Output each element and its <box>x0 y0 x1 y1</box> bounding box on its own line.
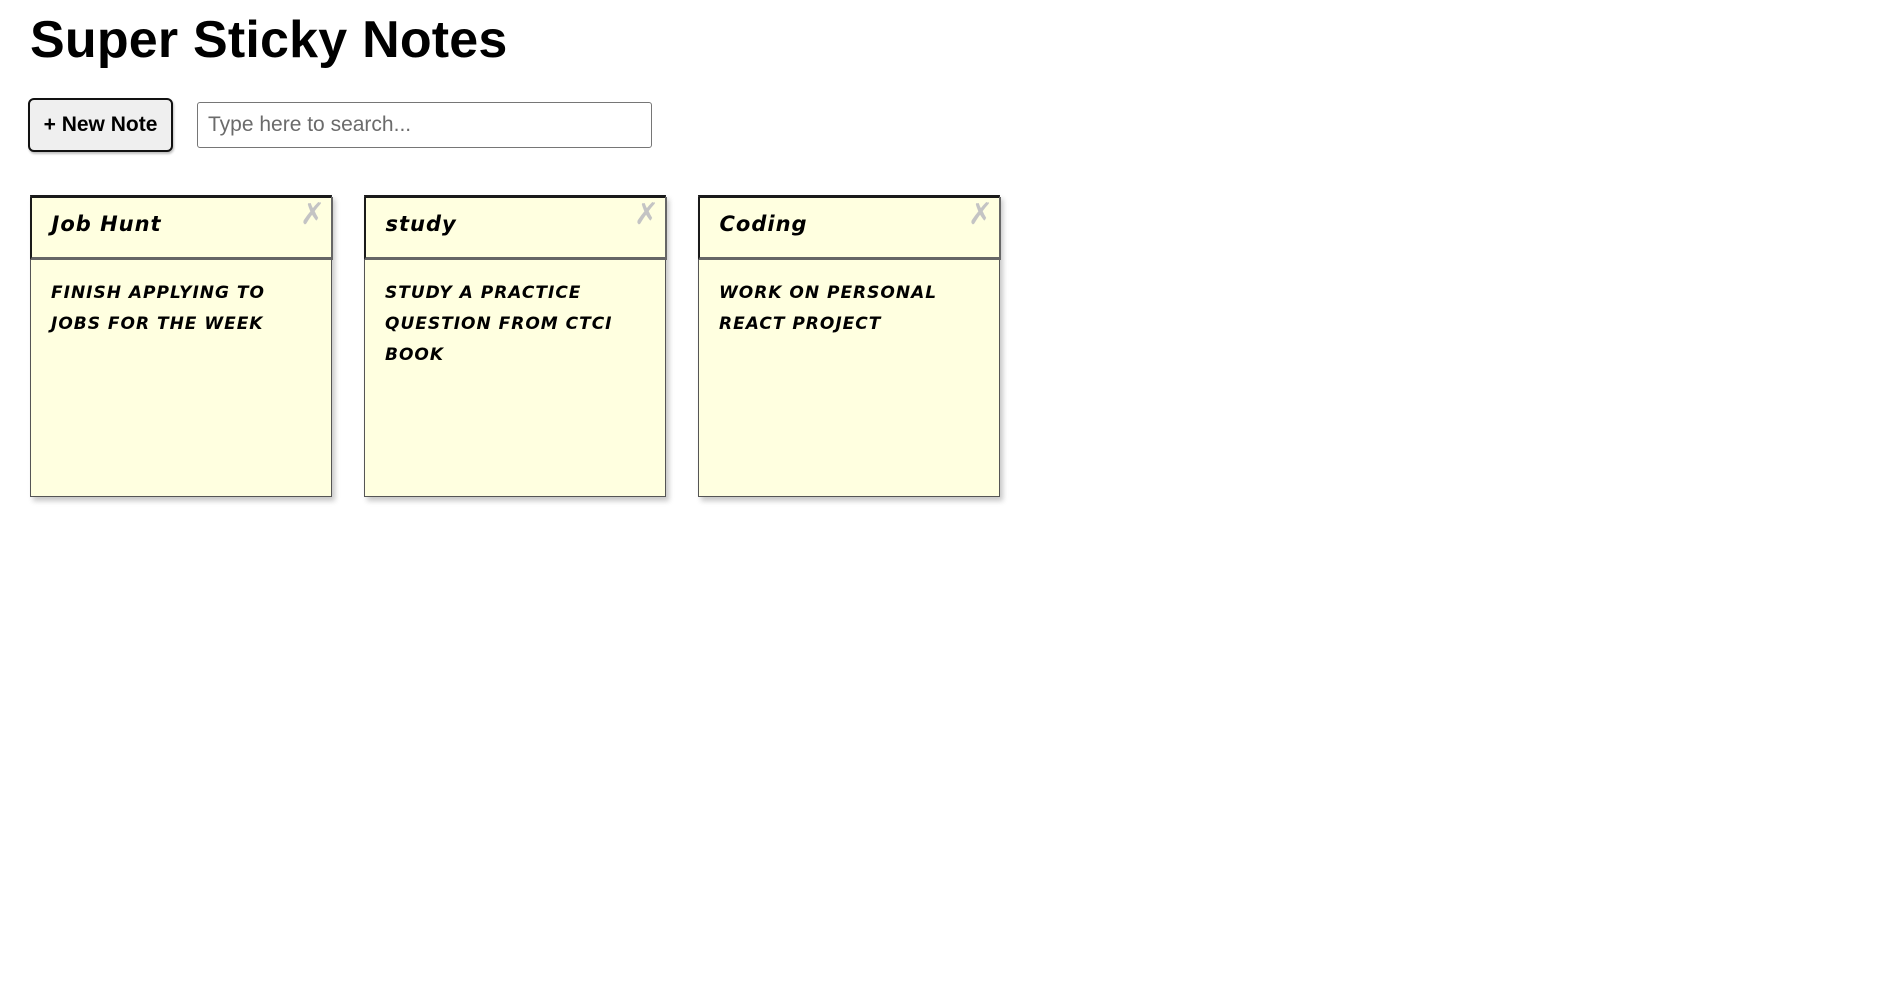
close-icon[interactable]: ✗ <box>633 199 661 229</box>
close-icon[interactable]: ✗ <box>299 199 327 229</box>
note-title-input[interactable]: Job Hunt <box>52 212 272 236</box>
new-note-button[interactable]: + New Note <box>28 98 173 152</box>
note-description-textarea[interactable]: study a practice question from CTCI book <box>385 278 647 371</box>
note-title-input[interactable]: study <box>386 212 606 236</box>
note-header: study ✗ <box>363 196 667 260</box>
note-description-textarea[interactable]: work on personal react project <box>719 278 981 340</box>
note-card: Job Hunt ✗ finish applying to jobs for t… <box>29 195 333 497</box>
notes-list: Job Hunt ✗ finish applying to jobs for t… <box>29 195 1001 497</box>
toolbar: + New Note <box>28 98 652 152</box>
note-card: study ✗ study a practice question from C… <box>363 195 667 497</box>
close-icon[interactable]: ✗ <box>967 199 995 229</box>
note-title-input[interactable]: Coding <box>720 212 940 236</box>
note-header: Job Hunt ✗ <box>29 196 333 260</box>
note-description-textarea[interactable]: finish applying to jobs for the week <box>51 278 313 340</box>
app-title: Super Sticky Notes <box>30 11 508 69</box>
app-container: Super Sticky Notes + New Note Job Hunt ✗… <box>0 0 1900 989</box>
note-header: Coding ✗ <box>697 196 1001 260</box>
search-input[interactable] <box>197 102 652 148</box>
note-card: Coding ✗ work on personal react project <box>697 195 1001 497</box>
